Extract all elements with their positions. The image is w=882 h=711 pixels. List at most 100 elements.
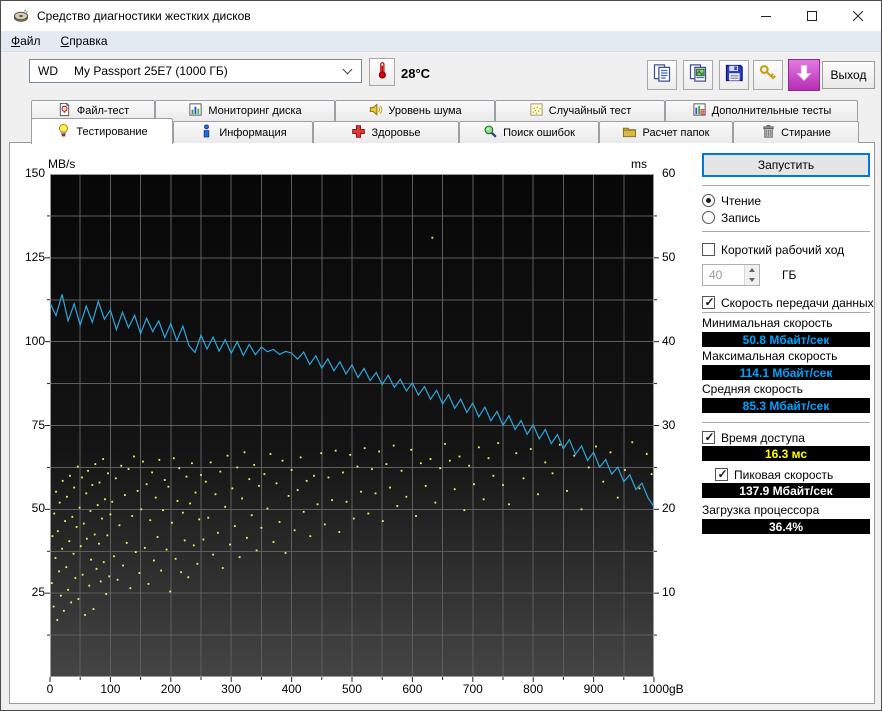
spinner-up-button[interactable]: [745, 265, 759, 275]
x-tick-label: 600: [402, 682, 423, 696]
checkbox-box: [702, 295, 716, 309]
avg-speed-label: Средняя скорость: [702, 382, 803, 396]
y-left-tick-label: 100: [24, 333, 45, 348]
read-radio[interactable]: Чтение: [702, 193, 870, 208]
burst-rate-label: Пиковая скорость: [734, 467, 834, 482]
tab-benchmark[interactable]: Тестирование: [31, 118, 173, 144]
cpu-usage-value-box: 36.4%: [702, 519, 870, 534]
temperature-value: 28°C: [401, 66, 431, 81]
y-left-tick-label: 25: [31, 585, 45, 600]
tab-label: Расчет папок: [642, 126, 710, 139]
radio-circle: [702, 194, 715, 207]
drive-vendor: WD: [38, 64, 58, 78]
y-right-tick-label: 30: [662, 417, 676, 432]
x-tick-label: 200: [160, 682, 181, 696]
tab-folder-usage[interactable]: Расчет папок: [599, 121, 733, 143]
drive-model: My Passport 25E7 (1000 ГБ): [74, 64, 228, 78]
x-tick-label: 500: [341, 682, 363, 696]
x-tick-label: 300: [221, 682, 242, 696]
benchmark-panel: MB/s ms 0 100 200 300 400 500 600 700 800 900 1000…: [9, 142, 875, 704]
spinner-down-button[interactable]: [745, 275, 759, 285]
short-stroke-label: Короткий рабочий ход: [721, 242, 845, 257]
short-stroke-size-input[interactable]: 40: [702, 264, 760, 286]
y-right-tick-label: 40: [662, 333, 676, 348]
keys-icon: [758, 63, 778, 88]
extra-tests-icon: [692, 102, 707, 120]
keys-button[interactable]: [753, 60, 783, 90]
health-icon: [351, 124, 366, 142]
menu-bar: Файл Справка: [1, 31, 881, 52]
copy-image-button[interactable]: [683, 60, 713, 90]
x-tick-label: 1000gB: [642, 682, 684, 696]
copy-image-icon: [688, 63, 708, 88]
tab-label: Тестирование: [76, 125, 148, 138]
write-radio-label: Запись: [721, 210, 761, 225]
transfer-rate-label: Скорость передачи данных: [721, 295, 874, 310]
y-left-tick-label: 125: [24, 249, 45, 264]
burst-rate-value-box: 137.9 Мбайт/сек: [702, 483, 870, 498]
tab-noise-level[interactable]: Уровень шума: [335, 100, 495, 121]
minimize-button[interactable]: [743, 1, 789, 31]
exit-button[interactable]: Выход: [822, 61, 875, 89]
tab-label: Случайный тест: [548, 105, 632, 117]
erase-icon: [761, 124, 776, 142]
tab-random-test[interactable]: Случайный тест: [495, 100, 665, 121]
tab-health[interactable]: Здоровье: [313, 121, 459, 143]
menu-help[interactable]: Справка: [51, 31, 118, 51]
hard-disk-icon: [13, 8, 29, 24]
y-left-tick-label: 75: [31, 417, 45, 432]
info-icon: [199, 123, 214, 142]
short-stroke-size-value: 40: [709, 268, 723, 282]
tab-label: Уровень шума: [388, 105, 462, 117]
y-left-tick-label: 50: [31, 501, 45, 516]
x-tick-label: 900: [583, 682, 604, 696]
separator: [702, 312, 870, 313]
tab-label: Мониторинг диска: [208, 105, 302, 117]
temperature-button[interactable]: [369, 58, 395, 86]
toolbar: WD My Passport 25E7 (1000 ГБ) 28°C Выход: [1, 52, 881, 99]
tab-info[interactable]: Информация: [173, 121, 313, 143]
drive-select[interactable]: WD My Passport 25E7 (1000 ГБ): [29, 59, 362, 83]
x-tick-label: 700: [462, 682, 483, 696]
window-title: Средство диагностики жестких дисков: [37, 9, 251, 23]
y-right-tick-label: 20: [662, 501, 676, 516]
write-radio[interactable]: Запись: [702, 210, 870, 225]
checkbox-box: [702, 243, 715, 256]
y-right-axis-unit: ms: [631, 157, 647, 171]
tab-label: Стирание: [781, 126, 831, 139]
min-speed-label: Минимальная скорость: [702, 316, 833, 330]
tab-disk-monitor[interactable]: Мониторинг диска: [155, 100, 335, 121]
close-button[interactable]: [835, 1, 881, 31]
tab-extra-tests[interactable]: Дополнительные тесты: [665, 100, 858, 121]
menu-file[interactable]: Файл: [1, 31, 51, 51]
separator: [702, 422, 870, 423]
radio-circle: [702, 211, 715, 224]
tab-error-scan[interactable]: Поиск ошибок: [459, 121, 599, 143]
x-tick-label: 400: [281, 682, 302, 696]
burst-rate-checkbox[interactable]: Пиковая скорость: [715, 467, 870, 482]
max-speed-label: Максимальная скорость: [702, 349, 838, 363]
maximize-button[interactable]: [789, 1, 835, 31]
read-radio-label: Чтение: [721, 193, 762, 208]
short-stroke-checkbox[interactable]: Короткий рабочий ход: [702, 242, 870, 257]
separator: [702, 185, 870, 186]
disk-monitor-icon: [188, 102, 203, 120]
transfer-rate-checkbox[interactable]: Скорость передачи данных: [702, 295, 874, 310]
separator: [702, 231, 870, 232]
cpu-usage-label: Загрузка процессора: [702, 503, 820, 517]
short-stroke-unit: ГБ: [782, 268, 797, 282]
tab-erase[interactable]: Стирание: [733, 121, 859, 143]
folder-usage-icon: [622, 124, 637, 142]
copy-text-button[interactable]: [647, 60, 677, 90]
min-speed-value-box: 50.8 Мбайт/сек: [702, 332, 870, 347]
app-window: Средство диагностики жестких дисков Файл…: [0, 0, 882, 711]
random-test-icon: [529, 102, 544, 120]
save-button[interactable]: [719, 60, 749, 90]
access-time-value-box: 16.3 мс: [702, 446, 870, 461]
access-time-checkbox[interactable]: Время доступа: [702, 430, 870, 445]
x-tick-label: 100: [100, 682, 121, 696]
start-button[interactable]: Запустить: [702, 153, 870, 177]
access-time-label: Время доступа: [721, 430, 805, 445]
checkbox-box: [715, 467, 729, 481]
download-button[interactable]: [788, 59, 820, 91]
